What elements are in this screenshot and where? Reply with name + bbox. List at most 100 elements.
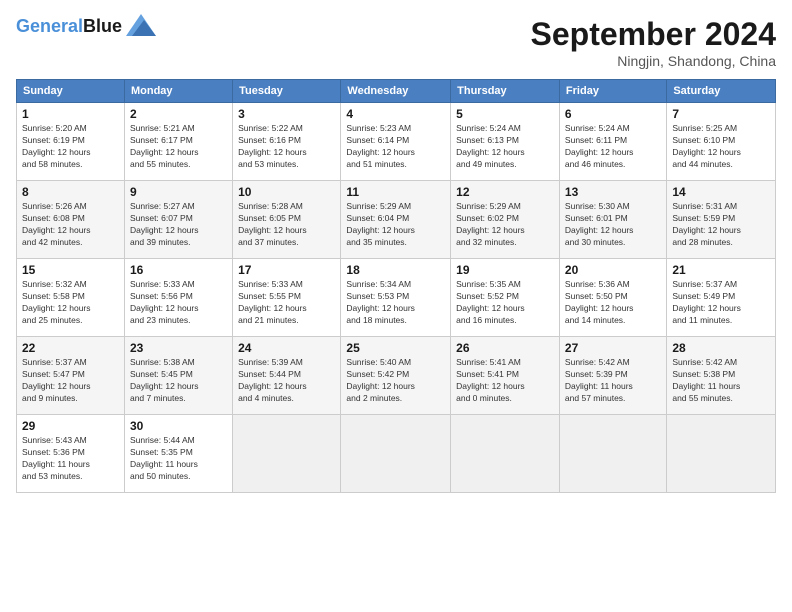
day-info: Sunrise: 5:28 AMSunset: 6:05 PMDaylight:… (238, 201, 335, 249)
table-row: 29Sunrise: 5:43 AMSunset: 5:36 PMDayligh… (17, 415, 125, 493)
table-row: 18 Sunrise: 5:34 AMSunset: 5:53 PMDayligh… (341, 259, 451, 337)
day-info: Sunrise: 5:37 AMSunset: 5:47 PMDaylight:… (22, 357, 119, 405)
day-info: Sunrise: 5:24 AMSunset: 6:11 PMDaylight:… (565, 123, 661, 171)
table-row: 27 Sunrise: 5:42 AMSunset: 5:39 PMDayligh… (559, 337, 666, 415)
logo-blue: Blue (83, 16, 122, 36)
logo-general: General (16, 16, 83, 36)
day-info: Sunrise: 5:41 AMSunset: 5:41 PMDaylight:… (456, 357, 554, 405)
day-number: 3 (238, 107, 335, 121)
month-title: September 2024 (531, 16, 776, 53)
day-number: 19 (456, 263, 554, 277)
calendar-week-row: 29Sunrise: 5:43 AMSunset: 5:36 PMDayligh… (17, 415, 776, 493)
day-number: 17 (238, 263, 335, 277)
col-sunday: Sunday (17, 80, 125, 103)
table-row: 24 Sunrise: 5:39 AMSunset: 5:44 PMDayligh… (233, 337, 341, 415)
day-number: 26 (456, 341, 554, 355)
day-info: Sunrise: 5:32 AMSunset: 5:58 PMDaylight:… (22, 279, 119, 327)
day-number: 6 (565, 107, 661, 121)
title-block: September 2024 Ningjin, Shandong, China (531, 16, 776, 69)
col-tuesday: Tuesday (233, 80, 341, 103)
day-info: Sunrise: 5:42 AMSunset: 5:38 PMDaylight:… (672, 357, 770, 405)
day-number: 25 (346, 341, 445, 355)
day-number: 13 (565, 185, 661, 199)
day-number: 24 (238, 341, 335, 355)
day-number: 21 (672, 263, 770, 277)
table-row (667, 415, 776, 493)
logo: GeneralBlue (16, 16, 156, 37)
table-row: 23 Sunrise: 5:38 AMSunset: 5:45 PMDayligh… (124, 337, 232, 415)
logo-icon (126, 14, 156, 36)
day-info: Sunrise: 5:29 AMSunset: 6:04 PMDaylight:… (346, 201, 445, 249)
day-number: 5 (456, 107, 554, 121)
day-info: Sunrise: 5:22 AMSunset: 6:16 PMDaylight:… (238, 123, 335, 171)
calendar-week-row: 8Sunrise: 5:26 AMSunset: 6:08 PMDaylight… (17, 181, 776, 259)
day-info: Sunrise: 5:33 AMSunset: 5:56 PMDaylight:… (130, 279, 227, 327)
table-row: 6 Sunrise: 5:24 AMSunset: 6:11 PMDaylight… (559, 103, 666, 181)
day-info: Sunrise: 5:20 AMSunset: 6:19 PMDaylight:… (22, 123, 119, 171)
day-info: Sunrise: 5:21 AMSunset: 6:17 PMDaylight:… (130, 123, 227, 171)
table-row: 16 Sunrise: 5:33 AMSunset: 5:56 PMDayligh… (124, 259, 232, 337)
day-number: 1 (22, 107, 119, 121)
day-number: 28 (672, 341, 770, 355)
day-number: 2 (130, 107, 227, 121)
day-info: Sunrise: 5:34 AMSunset: 5:53 PMDaylight:… (346, 279, 445, 327)
day-info: Sunrise: 5:39 AMSunset: 5:44 PMDaylight:… (238, 357, 335, 405)
location: Ningjin, Shandong, China (531, 53, 776, 69)
table-row: 13Sunrise: 5:30 AMSunset: 6:01 PMDayligh… (559, 181, 666, 259)
table-row: 26 Sunrise: 5:41 AMSunset: 5:41 PMDayligh… (451, 337, 560, 415)
table-row: 9 Sunrise: 5:27 AMSunset: 6:07 PMDaylight… (124, 181, 232, 259)
day-number: 29 (22, 419, 119, 433)
day-info: Sunrise: 5:35 AMSunset: 5:52 PMDaylight:… (456, 279, 554, 327)
day-number: 15 (22, 263, 119, 277)
table-row: 28 Sunrise: 5:42 AMSunset: 5:38 PMDayligh… (667, 337, 776, 415)
day-number: 4 (346, 107, 445, 121)
table-row (233, 415, 341, 493)
table-row (559, 415, 666, 493)
table-row: 21 Sunrise: 5:37 AMSunset: 5:49 PMDayligh… (667, 259, 776, 337)
col-saturday: Saturday (667, 80, 776, 103)
day-info: Sunrise: 5:31 AMSunset: 5:59 PMDaylight:… (672, 201, 770, 249)
day-number: 9 (130, 185, 227, 199)
table-row: 4Sunrise: 5:23 AMSunset: 6:14 PMDaylight… (341, 103, 451, 181)
table-row: 8Sunrise: 5:26 AMSunset: 6:08 PMDaylight… (17, 181, 125, 259)
col-wednesday: Wednesday (341, 80, 451, 103)
day-number: 12 (456, 185, 554, 199)
day-info: Sunrise: 5:27 AMSunset: 6:07 PMDaylight:… (130, 201, 227, 249)
day-number: 18 (346, 263, 445, 277)
table-row: 2 Sunrise: 5:21 AMSunset: 6:17 PMDaylight… (124, 103, 232, 181)
table-row (451, 415, 560, 493)
day-info: Sunrise: 5:29 AMSunset: 6:02 PMDaylight:… (456, 201, 554, 249)
table-row (341, 415, 451, 493)
table-row: 3 Sunrise: 5:22 AMSunset: 6:16 PMDaylight… (233, 103, 341, 181)
day-number: 20 (565, 263, 661, 277)
day-info: Sunrise: 5:40 AMSunset: 5:42 PMDaylight:… (346, 357, 445, 405)
table-row: 11Sunrise: 5:29 AMSunset: 6:04 PMDayligh… (341, 181, 451, 259)
table-row: 5 Sunrise: 5:24 AMSunset: 6:13 PMDaylight… (451, 103, 560, 181)
day-info: Sunrise: 5:37 AMSunset: 5:49 PMDaylight:… (672, 279, 770, 327)
header: GeneralBlue September 2024 Ningjin, Shan… (16, 16, 776, 69)
calendar-week-row: 15 Sunrise: 5:32 AMSunset: 5:58 PMDayligh… (17, 259, 776, 337)
table-row: 19 Sunrise: 5:35 AMSunset: 5:52 PMDayligh… (451, 259, 560, 337)
day-number: 16 (130, 263, 227, 277)
day-info: Sunrise: 5:33 AMSunset: 5:55 PMDaylight:… (238, 279, 335, 327)
table-row: 20 Sunrise: 5:36 AMSunset: 5:50 PMDayligh… (559, 259, 666, 337)
day-info: Sunrise: 5:26 AMSunset: 6:08 PMDaylight:… (22, 201, 119, 249)
day-info: Sunrise: 5:42 AMSunset: 5:39 PMDaylight:… (565, 357, 661, 405)
calendar-week-row: 22 Sunrise: 5:37 AMSunset: 5:47 PMDayligh… (17, 337, 776, 415)
day-number: 27 (565, 341, 661, 355)
day-info: Sunrise: 5:38 AMSunset: 5:45 PMDaylight:… (130, 357, 227, 405)
calendar-table: Sunday Monday Tuesday Wednesday Thursday… (16, 79, 776, 493)
table-row: 17 Sunrise: 5:33 AMSunset: 5:55 PMDayligh… (233, 259, 341, 337)
day-number: 30 (130, 419, 227, 433)
day-number: 14 (672, 185, 770, 199)
day-info: Sunrise: 5:24 AMSunset: 6:13 PMDaylight:… (456, 123, 554, 171)
col-friday: Friday (559, 80, 666, 103)
day-info: Sunrise: 5:36 AMSunset: 5:50 PMDaylight:… (565, 279, 661, 327)
day-number: 23 (130, 341, 227, 355)
day-number: 10 (238, 185, 335, 199)
table-row: 12 Sunrise: 5:29 AMSunset: 6:02 PMDayligh… (451, 181, 560, 259)
col-thursday: Thursday (451, 80, 560, 103)
col-monday: Monday (124, 80, 232, 103)
day-number: 22 (22, 341, 119, 355)
table-row: 14 Sunrise: 5:31 AMSunset: 5:59 PMDayligh… (667, 181, 776, 259)
